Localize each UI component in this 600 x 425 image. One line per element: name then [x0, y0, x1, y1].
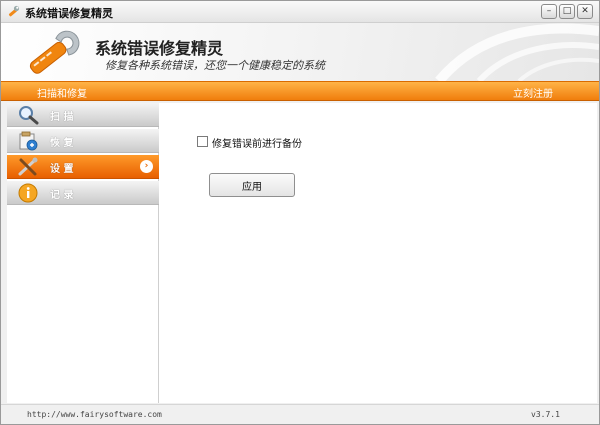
app-window: 系统错误修复精灵 – □ ✕ 系统错误修复精灵 修复各种系统错误，还您一个健康稳… — [0, 0, 600, 425]
menu-bar: 扫描和修复 立刻注册 — [1, 81, 599, 101]
apply-button[interactable]: 应用 — [209, 173, 295, 197]
wrench-icon — [8, 5, 20, 17]
sidebar-item-restore[interactable]: 恢 复 — [7, 129, 159, 153]
wrench-logo-icon — [29, 30, 80, 74]
settings-panel: 修复错误前进行备份 应用 — [159, 103, 597, 403]
sidebar-item-log[interactable]: 记 录 — [7, 181, 159, 205]
menu-scan-and-repair[interactable]: 扫描和修复 — [37, 85, 87, 100]
sidebar: 扫 描 恢 复 设 置 › 记 录 — [7, 103, 159, 403]
restore-icon — [19, 131, 38, 151]
magnifier-icon — [19, 106, 39, 125]
tools-icon — [18, 157, 38, 176]
decorative-swirl-icon — [435, 23, 599, 81]
website-url[interactable]: http://www.fairysoftware.com — [27, 410, 162, 419]
backup-checkbox[interactable] — [197, 136, 208, 147]
info-icon — [18, 183, 38, 203]
close-button[interactable]: ✕ — [577, 4, 593, 19]
chevron-right-icon: › — [140, 160, 153, 173]
sidebar-item-label: 设 置 — [50, 164, 74, 175]
sidebar-item-settings[interactable]: 设 置 › — [7, 155, 159, 179]
status-bar: http://www.fairysoftware.com v3.7.1 — [1, 404, 599, 424]
title-bar[interactable]: 系统错误修复精灵 – □ ✕ — [1, 1, 599, 23]
maximize-button[interactable]: □ — [559, 4, 575, 19]
version-label: v3.7.1 — [531, 410, 560, 419]
header-banner: 系统错误修复精灵 修复各种系统错误，还您一个健康稳定的系统 — [1, 23, 599, 81]
sidebar-item-label: 记 录 — [50, 190, 74, 201]
backup-checkbox-label[interactable]: 修复错误前进行备份 — [212, 135, 302, 150]
app-title: 系统错误修复精灵 — [95, 39, 224, 58]
register-now-link[interactable]: 立刻注册 — [513, 85, 553, 100]
sidebar-item-scan[interactable]: 扫 描 — [7, 103, 159, 127]
sidebar-item-label: 恢 复 — [50, 138, 74, 149]
sidebar-item-label: 扫 描 — [50, 112, 74, 123]
app-subtitle: 修复各种系统错误，还您一个健康稳定的系统 — [105, 59, 325, 72]
window-title: 系统错误修复精灵 — [25, 7, 113, 20]
minimize-button[interactable]: – — [541, 4, 557, 19]
